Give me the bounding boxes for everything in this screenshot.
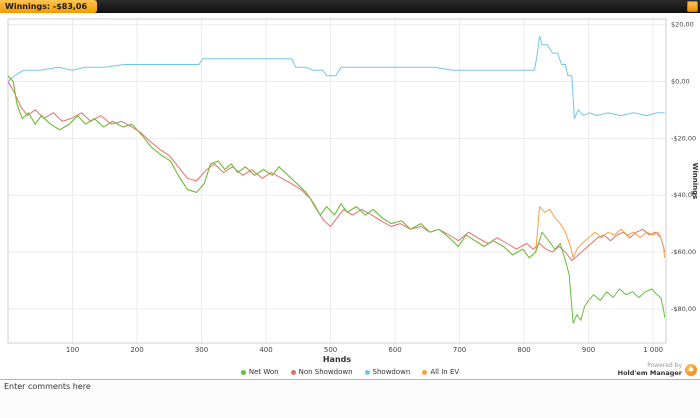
x-tick-label: 200 — [130, 346, 143, 354]
legend-label: Net Won — [248, 368, 279, 376]
chart-area: 100 200 300 400 500 600 700 800 900 1 000 $20,00 $0… — [0, 13, 700, 355]
x-tick-label: 900 — [582, 346, 595, 354]
showdown-bullet-icon — [364, 369, 370, 375]
legend-label: All In EV — [430, 368, 460, 376]
x-tick-label: 300 — [195, 346, 208, 354]
legend-label: Showdown — [372, 368, 411, 376]
x-tick-label: 600 — [388, 346, 401, 354]
legend-item-showdown[interactable]: Showdown — [364, 368, 411, 376]
non-showdown-bullet-icon — [290, 369, 296, 375]
title-bar: Winnings: -$83,06 — [0, 0, 700, 13]
net-won-bullet-icon — [240, 369, 246, 375]
all-in-ev-bullet-icon — [422, 369, 428, 375]
y-axis-title: Winnings — [691, 163, 699, 200]
chart-legend: Net Won Non Showdown Showdown All In EV … — [0, 362, 700, 379]
plot-background — [8, 19, 666, 343]
y-tick-label: -$80,00 — [671, 305, 696, 313]
titlebar-menu-button[interactable] — [687, 1, 698, 12]
y-tick-label: -$20,00 — [671, 134, 696, 142]
x-tick-label: 500 — [324, 346, 337, 354]
legend-item-net-won[interactable]: Net Won — [240, 368, 279, 376]
x-tick-label: 1 000 — [643, 346, 663, 354]
holdem-manager-text: Hold'em Manager — [617, 368, 682, 377]
comments-input[interactable]: Enter comments here — [0, 379, 700, 418]
x-tick-label: 800 — [517, 346, 530, 354]
holdem-manager-logo-icon: ♠ — [685, 364, 697, 377]
legend-label: Non Showdown — [298, 368, 353, 376]
winnings-chart: 100 200 300 400 500 600 700 800 900 1 000 $20,00 $0… — [7, 18, 699, 354]
x-tick-label: 100 — [66, 346, 79, 354]
y-tick-label: $0,00 — [671, 78, 690, 86]
x-tick-label: 400 — [259, 346, 272, 354]
powered-by: Powered by Hold'em Manager ♠ — [617, 362, 697, 377]
x-axis-title: Hands — [322, 355, 352, 364]
legend-item-all-in-ev[interactable]: All In EV — [422, 368, 459, 376]
y-tick-label: -$60,00 — [671, 248, 696, 256]
legend-item-non-showdown[interactable]: Non Showdown — [290, 368, 353, 376]
winnings-tab[interactable]: Winnings: -$83,06 — [0, 0, 98, 13]
y-tick-label: $20,00 — [671, 21, 694, 29]
x-tick-label: 700 — [453, 346, 466, 354]
